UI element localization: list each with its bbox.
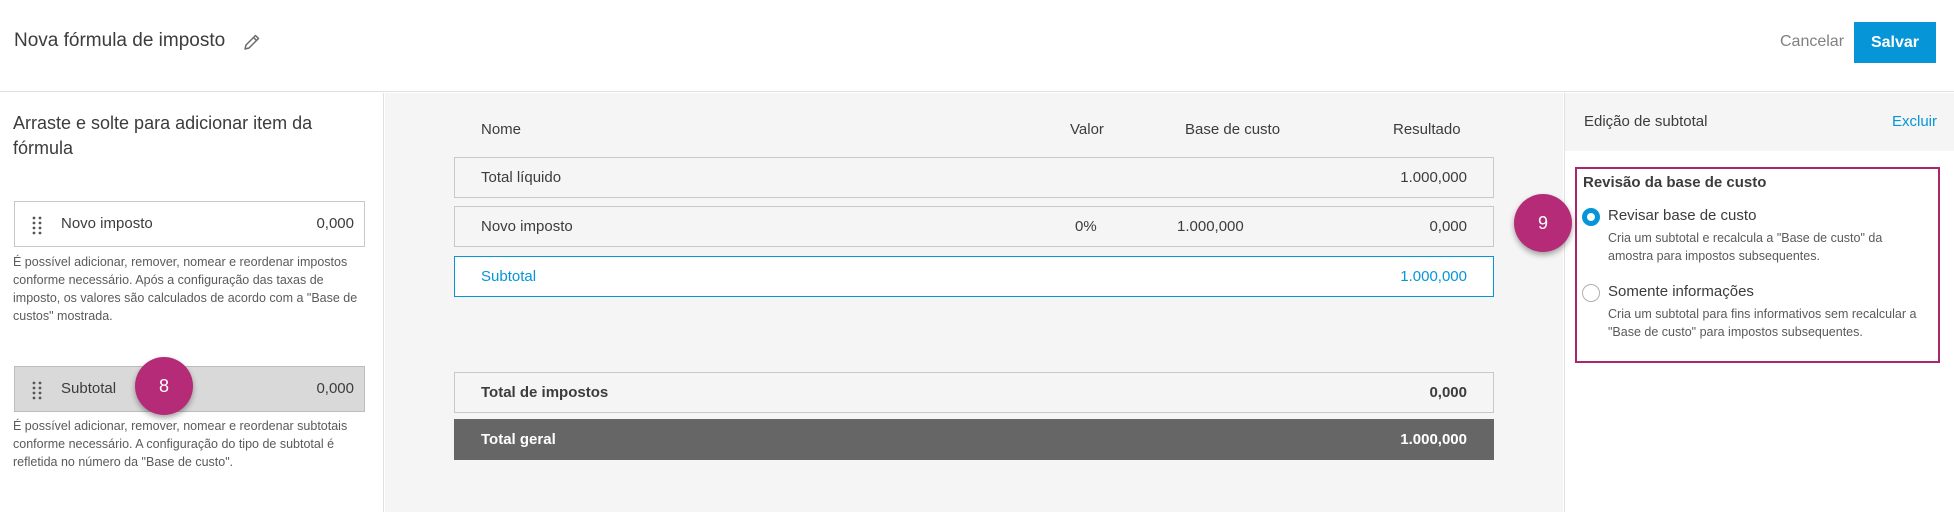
- row-name: Novo imposto: [481, 218, 573, 235]
- column-header-result: Resultado: [1393, 121, 1461, 138]
- header-bar: Nova fórmula de imposto Cancelar Salvar: [0, 0, 1954, 92]
- table-row-new-tax[interactable]: Novo imposto 0% 1.000,000 0,000: [454, 206, 1494, 247]
- app-window: Nova fórmula de imposto Cancelar Salvar …: [0, 0, 1954, 512]
- option-description: Cria um subtotal e recalcula a "Base de …: [1608, 231, 1883, 263]
- pencil-icon[interactable]: [242, 32, 262, 52]
- panel-header: Edição de subtotal Excluir: [1565, 93, 1954, 151]
- row-name: Total líquido: [481, 169, 562, 186]
- option-label[interactable]: Revisar base de custo: [1608, 207, 1756, 224]
- drag-handle-icon[interactable]: [31, 215, 43, 235]
- callout-badge-8: 8: [135, 357, 193, 415]
- table-row-net-total[interactable]: Total líquido 1.000,000: [454, 157, 1494, 198]
- row-name: Total de impostos: [481, 384, 609, 401]
- delete-button[interactable]: Excluir: [1892, 113, 1937, 130]
- drag-item-value: 0,000: [316, 380, 354, 397]
- drag-item-new-tax[interactable]: Novo imposto 0,000: [14, 201, 365, 247]
- row-cost-base: 1.000,000: [1177, 218, 1244, 235]
- option-description: Cria um subtotal para fins informativos …: [1608, 307, 1917, 339]
- radio-info-only[interactable]: [1582, 284, 1600, 302]
- page-title: Nova fórmula de imposto: [14, 30, 226, 51]
- formula-table: Nome Valor Base de custo Resultado Total…: [385, 93, 1563, 512]
- row-result: 1.000,000: [1400, 169, 1467, 186]
- option-label[interactable]: Somente informações: [1608, 283, 1754, 300]
- panel-heading: Arraste e solte para adicionar item da f…: [13, 113, 313, 158]
- drag-item-label: Subtotal: [61, 380, 117, 397]
- row-result: 0,000: [1429, 218, 1467, 235]
- cancel-button[interactable]: Cancelar: [1780, 33, 1844, 51]
- table-row-subtotal[interactable]: Subtotal 1.000,000: [454, 256, 1494, 297]
- row-result: 1.000,000: [1400, 431, 1467, 448]
- column-header-value: Valor: [1070, 121, 1104, 138]
- callout-badge-9: 9: [1514, 194, 1572, 252]
- table-row-grand-total: Total geral 1.000,000: [454, 419, 1494, 460]
- subtotal-edit-panel: Edição de subtotal Excluir Revisão da ba…: [1564, 93, 1954, 512]
- subtotal-help-text: É possível adicionar, remover, nomear e …: [13, 419, 348, 469]
- row-name: Total geral: [481, 431, 556, 448]
- drag-item-label: Novo imposto: [61, 215, 153, 232]
- drag-item-value: 0,000: [316, 215, 354, 232]
- drag-handle-icon[interactable]: [31, 380, 43, 400]
- column-header-name: Nome: [481, 121, 522, 138]
- row-value: 0%: [1075, 218, 1097, 235]
- new-tax-help-text: É possível adicionar, remover, nomear e …: [13, 255, 358, 323]
- table-row-total-taxes: Total de impostos 0,000: [454, 372, 1494, 413]
- row-name: Subtotal: [481, 268, 537, 285]
- save-button[interactable]: Salvar: [1854, 22, 1936, 63]
- row-result: 1.000,000: [1400, 268, 1467, 285]
- formula-items-panel: Arraste e solte para adicionar item da f…: [0, 93, 384, 512]
- radio-revise-cost-base[interactable]: [1582, 208, 1600, 226]
- row-result: 0,000: [1429, 384, 1467, 401]
- column-header-cost-base: Base de custo: [1185, 121, 1281, 138]
- panel-title: Edição de subtotal: [1584, 113, 1708, 130]
- section-title: Revisão da base de custo: [1583, 174, 1767, 191]
